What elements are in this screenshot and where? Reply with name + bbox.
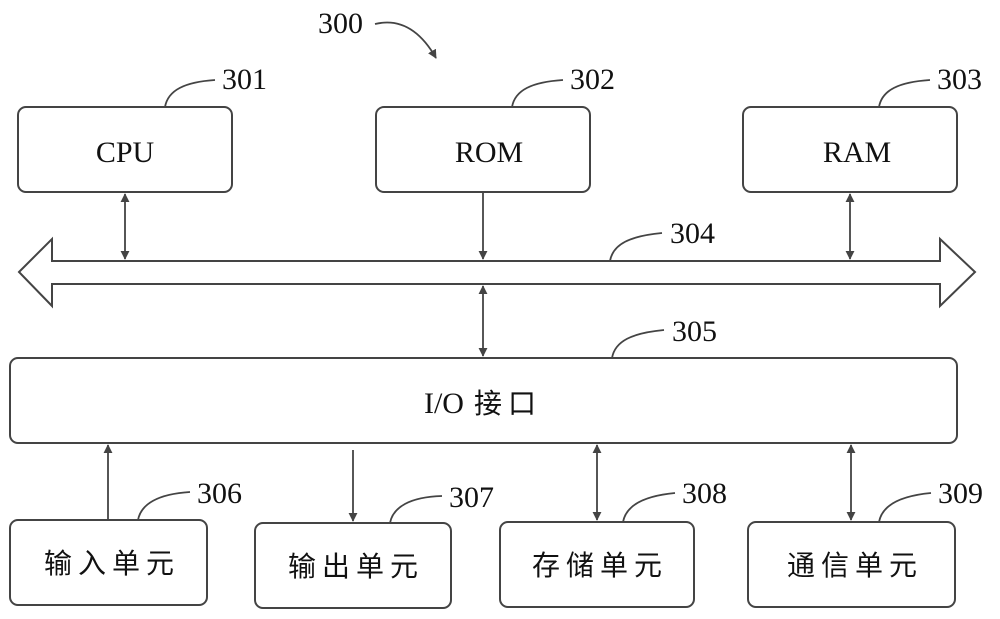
comm-unit-label: 通信单元	[787, 549, 923, 582]
io-label-cjk: 接口	[474, 387, 542, 420]
bus-arrow	[17, 236, 977, 309]
ram-ref: 303	[937, 63, 982, 96]
input-unit-ref: 306	[197, 477, 242, 510]
output-unit-block: 输出单元 307	[254, 481, 494, 609]
comm-unit-leader-line	[878, 492, 932, 523]
storage-unit-ref: 308	[682, 477, 727, 510]
block-diagram: 300 CPU 301 ROM 302 RAM 303 304 I/O 接口 30…	[9, 7, 983, 609]
ram-label: RAM	[823, 136, 891, 169]
rom-leader-line	[511, 79, 564, 108]
io-ref: 305	[672, 315, 717, 348]
output-unit-label: 输出单元	[288, 550, 424, 583]
cpu-block: CPU 301	[17, 63, 267, 193]
output-unit-leader-line	[389, 495, 443, 524]
ram-leader-line	[878, 79, 931, 108]
bus-ref: 304	[670, 217, 715, 250]
figure-ref-300: 300	[318, 7, 363, 40]
io-label-latin: I/O	[424, 387, 464, 420]
figure-ref-arrow	[374, 21, 437, 59]
input-unit-block: 输入单元 306	[9, 477, 242, 606]
cpu-leader-line	[164, 79, 216, 108]
rom-block: ROM 302	[375, 63, 615, 193]
storage-unit-leader-line	[622, 492, 676, 523]
storage-unit-block: 存储单元 308	[499, 477, 727, 608]
io-leader-line	[611, 329, 665, 359]
rom-label: ROM	[455, 136, 523, 169]
rom-ref: 302	[570, 63, 615, 96]
storage-unit-label: 存储单元	[532, 549, 668, 582]
comm-unit-block: 通信单元 309	[747, 477, 983, 608]
bus-leader-line	[609, 232, 663, 262]
comm-unit-ref: 309	[938, 477, 983, 510]
io-label: I/O 接口	[424, 387, 542, 420]
input-unit-label: 输入单元	[44, 547, 180, 580]
cpu-label: CPU	[96, 136, 155, 169]
output-unit-ref: 307	[449, 481, 494, 514]
cpu-ref: 301	[222, 63, 267, 96]
ram-block: RAM 303	[742, 63, 982, 193]
input-unit-leader-line	[137, 491, 191, 521]
